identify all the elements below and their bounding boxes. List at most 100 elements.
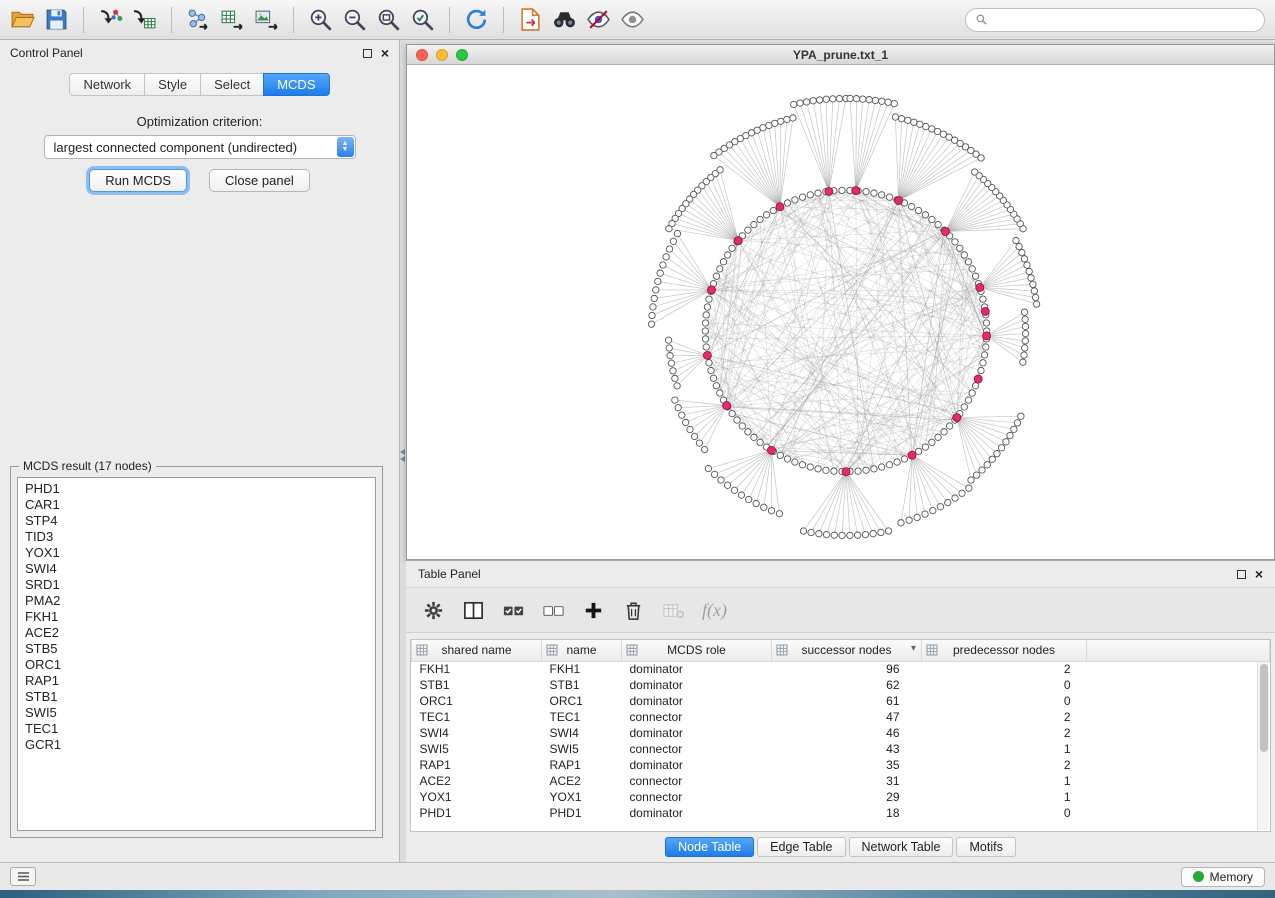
network-node[interactable] xyxy=(998,445,1004,451)
memory-button[interactable]: Memory xyxy=(1181,867,1265,887)
column-header-shared-name[interactable]: shared name xyxy=(412,640,542,661)
network-node[interactable] xyxy=(791,101,797,107)
network-node[interactable] xyxy=(1016,243,1022,249)
network-node[interactable] xyxy=(1022,338,1028,344)
network-node[interactable] xyxy=(983,320,989,326)
network-node[interactable] xyxy=(672,375,678,381)
table-settings-icon[interactable] xyxy=(422,599,445,622)
network-node[interactable] xyxy=(1026,268,1032,274)
column-header-mcds-role[interactable]: MCDS role xyxy=(622,640,772,661)
column-header-predecessor-nodes[interactable]: predecessor nodes xyxy=(922,640,1087,661)
network-node[interactable] xyxy=(905,117,911,123)
network-node[interactable] xyxy=(745,429,751,435)
network-node[interactable] xyxy=(946,423,952,429)
network-node[interactable] xyxy=(929,216,935,222)
network-node[interactable] xyxy=(891,100,897,106)
network-node[interactable] xyxy=(757,439,763,445)
network-node[interactable] xyxy=(886,194,892,200)
network-node[interactable] xyxy=(723,401,731,409)
network-node[interactable] xyxy=(663,254,669,260)
network-node[interactable] xyxy=(930,507,936,513)
network-node[interactable] xyxy=(860,96,866,102)
network-node[interactable] xyxy=(952,495,958,501)
network-node[interactable] xyxy=(886,462,892,468)
result-node-item[interactable]: SWI5 xyxy=(25,705,368,721)
network-node[interactable] xyxy=(1022,316,1028,322)
network-node[interactable] xyxy=(994,450,1000,456)
network-node[interactable] xyxy=(713,383,719,389)
network-node[interactable] xyxy=(670,368,676,374)
network-node[interactable] xyxy=(1033,301,1039,307)
network-node[interactable] xyxy=(1019,249,1025,255)
network-node[interactable] xyxy=(800,528,806,534)
result-node-item[interactable]: STB1 xyxy=(25,689,368,705)
network-node[interactable] xyxy=(799,194,805,200)
network-node[interactable] xyxy=(672,397,678,403)
column-menu-chevron-icon[interactable]: ▾ xyxy=(911,643,916,654)
network-node[interactable] xyxy=(972,273,978,279)
network-node[interactable] xyxy=(770,207,776,213)
network-node[interactable] xyxy=(872,97,878,103)
network-node[interactable] xyxy=(847,532,853,538)
column-header-successor-nodes[interactable]: successor nodes▾ xyxy=(772,640,922,661)
network-node[interactable] xyxy=(1028,275,1034,281)
network-node[interactable] xyxy=(961,404,967,410)
network-node[interactable] xyxy=(1024,262,1030,268)
network-node[interactable] xyxy=(1011,426,1017,432)
network-node[interactable] xyxy=(713,273,719,279)
network-node[interactable] xyxy=(720,259,726,265)
network-node[interactable] xyxy=(922,444,928,450)
float-panel-icon[interactable] xyxy=(1237,570,1246,579)
result-node-item[interactable]: PHD1 xyxy=(25,481,368,497)
network-node[interactable] xyxy=(653,287,659,293)
network-node[interactable] xyxy=(935,221,941,227)
network-node[interactable] xyxy=(898,520,904,526)
close-window-button[interactable] xyxy=(416,49,428,61)
network-node[interactable] xyxy=(941,429,947,435)
network-node[interactable] xyxy=(965,259,971,265)
zoom-out-icon[interactable] xyxy=(342,7,367,32)
network-node[interactable] xyxy=(989,456,995,462)
result-node-item[interactable]: RAP1 xyxy=(25,673,368,689)
network-node[interactable] xyxy=(866,96,872,102)
network-node[interactable] xyxy=(981,352,987,358)
network-node[interactable] xyxy=(969,390,975,396)
network-node[interactable] xyxy=(706,296,712,302)
network-node[interactable] xyxy=(980,296,986,302)
table-row[interactable]: YOX1YOX1connector291 xyxy=(412,789,1270,805)
network-node[interactable] xyxy=(901,456,907,462)
refresh-icon[interactable] xyxy=(464,7,489,32)
network-node[interactable] xyxy=(679,412,685,418)
network-node[interactable] xyxy=(1032,294,1038,300)
table-row[interactable]: TEC1TEC1connector472 xyxy=(412,709,1270,725)
result-node-item[interactable]: GCR1 xyxy=(25,737,368,753)
network-node[interactable] xyxy=(657,270,663,276)
table-row[interactable]: SWI4SWI4dominator462 xyxy=(412,725,1270,741)
network-node[interactable] xyxy=(784,456,790,462)
scrollbar-thumb[interactable] xyxy=(1260,664,1268,752)
table-row[interactable]: RAP1RAP1dominator352 xyxy=(412,757,1270,773)
network-node[interactable] xyxy=(711,471,717,477)
network-node[interactable] xyxy=(823,531,829,537)
network-node[interactable] xyxy=(703,344,709,350)
network-node[interactable] xyxy=(767,446,775,454)
network-node[interactable] xyxy=(674,383,680,389)
network-node[interactable] xyxy=(705,465,711,471)
network-node[interactable] xyxy=(1013,237,1019,243)
network-node[interactable] xyxy=(702,336,708,342)
zoom-in-icon[interactable] xyxy=(308,7,333,32)
zoom-fit-icon[interactable] xyxy=(376,7,401,32)
network-node[interactable] xyxy=(957,245,963,251)
network-node[interactable] xyxy=(746,496,752,502)
network-node[interactable] xyxy=(703,312,709,318)
network-node[interactable] xyxy=(823,467,829,473)
network-node[interactable] xyxy=(839,187,845,193)
network-node[interactable] xyxy=(922,511,928,517)
network-node[interactable] xyxy=(879,98,885,104)
network-node[interactable] xyxy=(776,203,784,211)
deselect-all-columns-icon[interactable] xyxy=(542,599,565,622)
network-node[interactable] xyxy=(906,517,912,523)
network-node[interactable] xyxy=(708,286,716,294)
network-node[interactable] xyxy=(863,188,869,194)
network-node[interactable] xyxy=(853,95,859,101)
